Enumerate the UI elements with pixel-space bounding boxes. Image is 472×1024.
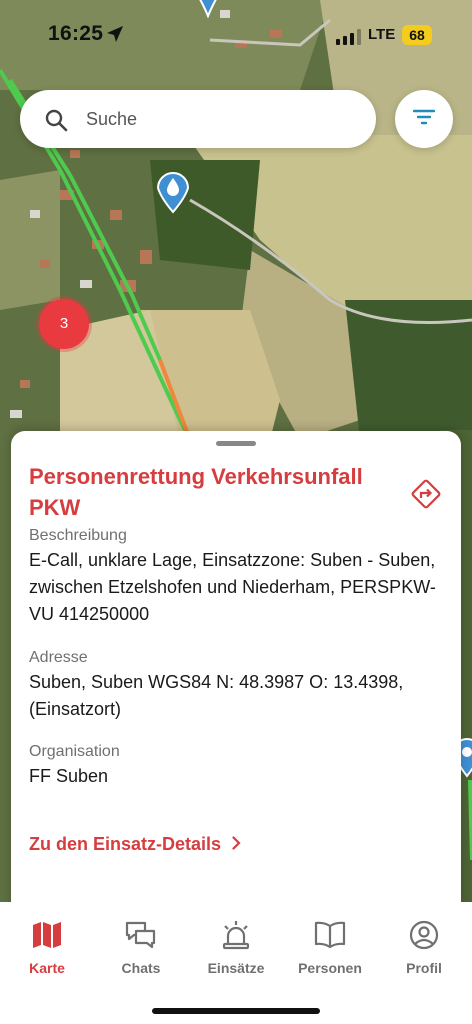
organisation-label: Organisation <box>29 743 120 760</box>
home-indicator[interactable] <box>152 1008 320 1014</box>
tab-bar: Karte Chats Einsätze Personen Profil <box>0 902 472 1024</box>
incident-title: Personenrettung Verkehrsunfall PKW <box>29 464 363 520</box>
search-icon <box>44 108 68 137</box>
status-time: 16:25 <box>48 22 104 45</box>
tab-karte[interactable]: Karte <box>2 920 92 976</box>
signal-strength-icon <box>336 29 362 50</box>
incident-cluster-marker[interactable]: 3 <box>39 299 89 349</box>
filter-button[interactable] <box>395 90 453 148</box>
organisation-value: FF Suben <box>29 766 109 786</box>
filter-icon <box>412 108 436 131</box>
address-label: Adresse <box>29 649 88 666</box>
incident-details-link-label: Zu den Einsatz-Details <box>29 834 222 854</box>
tab-label-einsaetze: Einsätze <box>207 960 265 976</box>
tab-chats[interactable]: Chats <box>96 920 186 976</box>
tab-label-profil: Profil <box>406 960 442 976</box>
chevron-right-icon <box>232 834 241 855</box>
book-icon <box>285 920 375 955</box>
search-bar[interactable] <box>20 90 376 148</box>
sheet-grabber-handle[interactable] <box>216 441 256 446</box>
chats-icon <box>96 920 186 955</box>
tab-label-personen: Personen <box>298 960 362 976</box>
map-icon <box>2 920 92 955</box>
profile-icon <box>379 920 469 955</box>
navigate-route-icon[interactable] <box>409 477 443 516</box>
network-type: LTE <box>368 26 396 43</box>
tab-einsaetze[interactable]: Einsätze <box>191 920 281 976</box>
tab-personen[interactable]: Personen <box>285 920 375 976</box>
tab-profil[interactable]: Profil <box>379 920 469 976</box>
incident-details-link[interactable]: Zu den Einsatz-Details <box>29 834 241 855</box>
address-value: Suben, Suben WGS84 N: 48.3987 O: 13.4398… <box>29 672 404 719</box>
status-bar: 16:25 LTE 68 <box>0 0 472 70</box>
tab-label-chats: Chats <box>121 960 161 976</box>
tab-label-karte: Karte <box>29 960 65 976</box>
siren-icon <box>191 920 281 955</box>
battery-indicator: 68 <box>402 25 432 45</box>
incident-detail-sheet: Personenrettung Verkehrsunfall PKW Besch… <box>11 431 461 909</box>
description-value: E-Call, unklare Lage, Einsatzzone: Suben… <box>29 550 436 624</box>
search-input[interactable] <box>86 100 356 138</box>
location-arrow-icon <box>106 25 124 48</box>
description-label: Beschreibung <box>29 527 127 544</box>
